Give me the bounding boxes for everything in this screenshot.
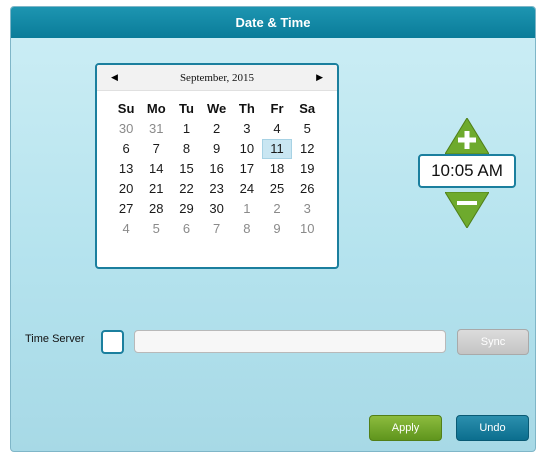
calendar-day[interactable]: 26 [292,179,322,199]
calendar-day[interactable]: 27 [111,199,141,219]
calendar-day[interactable]: 13 [111,159,141,179]
calendar-week-row: 13 14 15 16 17 18 19 [111,159,323,179]
calendar-day[interactable]: 20 [111,179,141,199]
calendar-day[interactable]: 17 [232,159,262,179]
title-bar: Date & Time [11,7,535,38]
time-display[interactable]: 10:05 AM [418,154,516,188]
calendar-day[interactable]: 19 [292,159,322,179]
calendar-day[interactable]: 5 [292,119,322,139]
weekday-header-row: Su Mo Tu We Th Fr Sa [111,99,323,119]
weekday-label: Su [117,101,135,116]
calendar-day[interactable]: 4 [111,219,141,239]
apply-button[interactable]: Apply [369,415,442,441]
weekday-label: We [207,101,227,116]
weekday-label: Fr [270,101,284,116]
calendar-day[interactable]: 31 [141,119,171,139]
calendar-day[interactable]: 7 [202,219,232,239]
calendar-day[interactable]: 3 [292,199,322,219]
time-server-label: Time Server [25,333,85,345]
calendar-day[interactable]: 24 [232,179,262,199]
calendar-week-row: 30 31 1 2 3 4 5 [111,119,323,139]
calendar-day[interactable]: 4 [262,119,292,139]
time-server-checkbox[interactable] [101,330,124,354]
calendar-day[interactable]: 1 [171,119,201,139]
weekday-label: Tu [179,101,194,116]
calendar-day[interactable]: 28 [141,199,171,219]
calendar-day[interactable]: 9 [202,139,232,159]
time-server-input[interactable] [134,330,446,353]
apply-label: Apply [391,422,420,434]
calendar-day[interactable]: 3 [232,119,262,139]
calendar-day[interactable]: 6 [171,219,201,239]
weekday-label: Th [238,101,255,116]
weekday-label: Sa [299,101,316,116]
calendar-day[interactable]: 8 [232,219,262,239]
calendar-day[interactable]: 15 [171,159,201,179]
calendar-day[interactable]: 7 [141,139,171,159]
calendar-day[interactable]: 2 [202,119,232,139]
calendar-week-row: 20 21 22 23 24 25 26 [111,179,323,199]
sync-button[interactable]: Sync [457,329,529,355]
calendar-day[interactable]: 22 [171,179,201,199]
calendar-day[interactable]: 14 [141,159,171,179]
date-time-dialog: Date & Time ◀ September, 2015 ▶ Su Mo Tu We… [10,6,536,452]
dialog-title: Date & Time [235,15,311,30]
calendar-day[interactable]: 30 [111,119,141,139]
calendar-day[interactable]: 18 [262,159,292,179]
weekday-label: Mo [146,101,166,116]
calendar-week-row: 4 5 6 7 8 9 10 [111,219,323,239]
triangle-left-icon[interactable]: ◀ [111,72,118,83]
minus-icon[interactable] [445,192,489,228]
calendar-header: ◀ September, 2015 ▶ [97,65,337,91]
calendar-week-row: 27 28 29 30 1 2 3 [111,199,323,219]
calendar-day[interactable]: 8 [171,139,201,159]
month-label: September, 2015 [179,71,255,84]
calendar-day[interactable]: 9 [262,219,292,239]
calendar-day[interactable]: 5 [141,219,171,239]
calendar-grid: Su Mo Tu We Th Fr Sa 30 31 1 2 3 4 5 6 7 8 9 10 11 12 13 14 15 1… [111,99,323,239]
calendar-day[interactable]: 16 [202,159,232,179]
undo-button[interactable]: Undo [456,415,529,441]
calendar-day[interactable]: 1 [232,199,262,219]
calendar-day[interactable]: 29 [171,199,201,219]
calendar-day-selected[interactable]: 11 [261,139,293,159]
calendar-day[interactable]: 6 [111,139,141,159]
calendar: ◀ September, 2015 ▶ Su Mo Tu We Th Fr Sa 30 31 1 2… [95,63,339,269]
triangle-right-icon[interactable]: ▶ [316,72,323,83]
calendar-day[interactable]: 2 [262,199,292,219]
calendar-day[interactable]: 12 [292,139,322,159]
calendar-day[interactable]: 30 [202,199,232,219]
plus-icon[interactable] [445,118,489,154]
calendar-week-row: 6 7 8 9 10 11 12 [111,139,323,159]
time-value: 10:05 AM [431,161,503,180]
calendar-day[interactable]: 25 [262,179,292,199]
calendar-day[interactable]: 21 [141,179,171,199]
calendar-day[interactable]: 10 [232,139,262,159]
sync-label: Sync [480,336,506,348]
calendar-day[interactable]: 10 [292,219,322,239]
undo-label: Undo [479,422,506,434]
calendar-day[interactable]: 23 [202,179,232,199]
